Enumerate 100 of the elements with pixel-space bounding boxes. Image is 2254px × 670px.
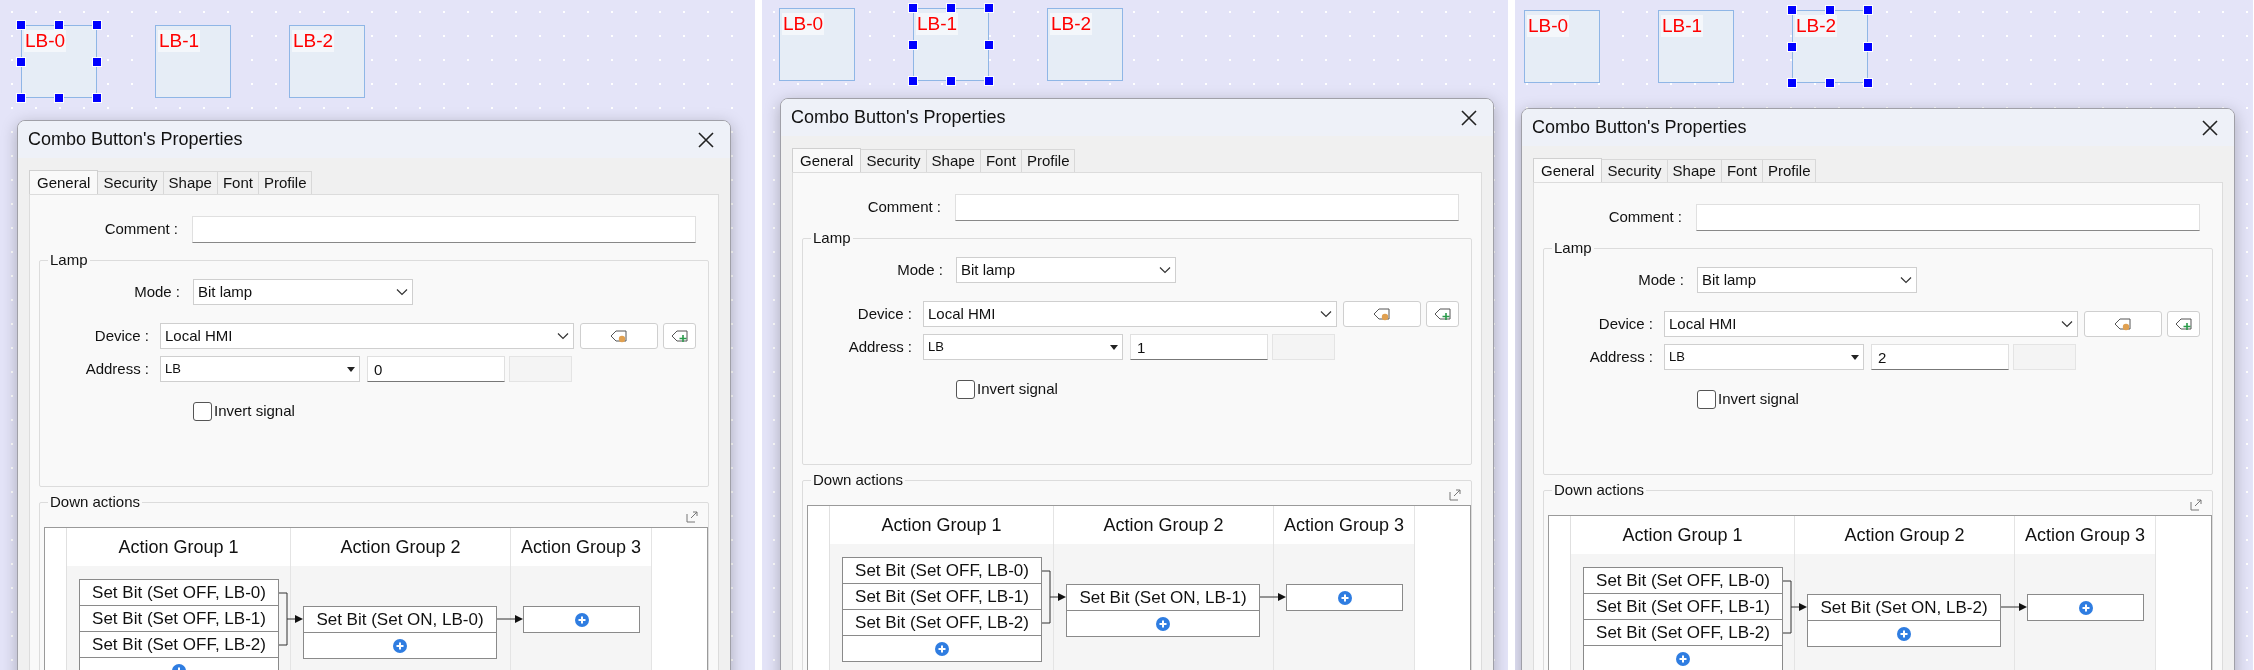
tab[interactable]: Shape [926, 149, 981, 172]
resize-handle[interactable] [946, 76, 956, 86]
resize-handle[interactable] [1863, 41, 1873, 52]
popout-button[interactable] [2188, 497, 2204, 513]
action-item[interactable]: Set Bit (Set OFF, LB-1) [79, 605, 279, 632]
action-item[interactable]: Set Bit (Set ON, LB-1) [1066, 584, 1260, 611]
tab[interactable]: Security [861, 149, 927, 172]
tab[interactable]: Profile [1762, 159, 1817, 182]
combo-button[interactable]: LB-2 [289, 25, 365, 98]
device-dropdown[interactable]: Local HMI [923, 301, 1337, 327]
comment-field[interactable] [1696, 204, 2200, 231]
combo-button[interactable]: LB-1 [913, 8, 989, 81]
popout-button[interactable] [684, 509, 700, 525]
invert-checkbox[interactable] [193, 401, 212, 421]
resize-handle[interactable] [54, 93, 64, 103]
popout-button[interactable] [1447, 487, 1463, 503]
add-action-button[interactable] [2027, 594, 2144, 621]
tab[interactable]: Shape [1667, 159, 1722, 182]
add-action-button[interactable] [523, 606, 640, 633]
resize-handle[interactable] [984, 39, 994, 50]
combo-button[interactable]: LB-1 [155, 25, 231, 98]
checkbox-label: Invert signal [1718, 389, 1799, 409]
action-item[interactable]: Set Bit (Set OFF, LB-0) [79, 579, 279, 606]
invert-checkbox[interactable] [1697, 389, 1716, 409]
tab[interactable]: Shape [163, 171, 218, 194]
resize-handle[interactable] [92, 20, 102, 30]
action-item[interactable]: Set Bit (Set OFF, LB-1) [1583, 593, 1783, 620]
resize-handle[interactable] [1787, 41, 1797, 52]
address-field[interactable]: 2 [1871, 344, 2009, 370]
mode-dropdown[interactable]: Bit lamp [193, 279, 413, 305]
tab[interactable]: Font [1721, 159, 1763, 182]
resize-handle[interactable] [1863, 5, 1873, 15]
combo-button[interactable]: LB-2 [1047, 8, 1123, 81]
address-field[interactable]: 0 [367, 356, 505, 382]
resize-handle[interactable] [1825, 5, 1835, 15]
resize-handle[interactable] [16, 93, 26, 103]
add-action-button[interactable] [1583, 645, 1783, 670]
action-item[interactable]: Set Bit (Set OFF, LB-1) [842, 583, 1042, 610]
chevron-down-icon [1320, 310, 1332, 318]
tab[interactable]: Font [217, 171, 259, 194]
add-action-button[interactable] [842, 635, 1042, 662]
add-tag-button[interactable] [2167, 311, 2200, 337]
action-item[interactable]: Set Bit (Set ON, LB-0) [303, 606, 497, 633]
tab[interactable]: Profile [1021, 149, 1076, 172]
resize-handle[interactable] [908, 39, 918, 50]
resize-handle[interactable] [984, 3, 994, 13]
add-action-button[interactable] [1066, 610, 1260, 637]
combo-button[interactable]: LB-0 [779, 8, 855, 81]
action-item[interactable]: Set Bit (Set OFF, LB-0) [842, 557, 1042, 584]
combo-button[interactable]: LB-2 [1792, 10, 1868, 83]
tab[interactable]: General [792, 148, 862, 173]
resize-handle[interactable] [92, 93, 102, 103]
comment-field[interactable] [955, 194, 1459, 221]
tag-icon [2114, 317, 2132, 331]
tab[interactable]: General [29, 170, 99, 195]
add-action-button[interactable] [1807, 620, 2001, 647]
resize-handle[interactable] [1825, 78, 1835, 88]
external-link-icon [1449, 489, 1461, 501]
caret-down-icon [347, 366, 355, 372]
dropdown-value: Local HMI [165, 325, 233, 346]
resize-handle[interactable] [908, 76, 918, 86]
address-type-dropdown[interactable]: LB [923, 334, 1123, 360]
resize-handle[interactable] [54, 20, 64, 30]
resize-handle[interactable] [16, 56, 26, 67]
invert-checkbox[interactable] [956, 379, 975, 399]
combo-button[interactable]: LB-1 [1658, 10, 1734, 83]
resize-handle[interactable] [1863, 78, 1873, 88]
resize-handle[interactable] [92, 56, 102, 67]
mode-dropdown[interactable]: Bit lamp [1697, 267, 1917, 293]
tab[interactable]: General [1533, 158, 1603, 183]
tab[interactable]: Security [98, 171, 164, 194]
action-item[interactable]: Set Bit (Set OFF, LB-0) [1583, 567, 1783, 594]
action-item[interactable]: Set Bit (Set OFF, LB-2) [1583, 619, 1783, 646]
resize-handle[interactable] [1787, 5, 1797, 15]
tab[interactable]: Security [1602, 159, 1668, 182]
tab[interactable]: Profile [258, 171, 313, 194]
comment-field[interactable] [192, 216, 696, 243]
chevron-down-icon [557, 332, 569, 340]
resize-handle[interactable] [1787, 78, 1797, 88]
add-action-button[interactable] [303, 632, 497, 659]
address-type-dropdown[interactable]: LB [160, 356, 360, 382]
action-item[interactable]: Set Bit (Set ON, LB-2) [1807, 594, 2001, 621]
add-tag-button[interactable] [663, 323, 696, 349]
resize-handle[interactable] [984, 76, 994, 86]
resize-handle[interactable] [946, 3, 956, 13]
address-field[interactable]: 1 [1130, 334, 1268, 360]
combo-button[interactable]: LB-0 [1524, 10, 1600, 83]
action-item[interactable]: Set Bit (Set OFF, LB-2) [842, 609, 1042, 636]
action-item[interactable]: Set Bit (Set OFF, LB-2) [79, 631, 279, 658]
tab[interactable]: Font [980, 149, 1022, 172]
mode-dropdown[interactable]: Bit lamp [956, 257, 1176, 283]
address-type-dropdown[interactable]: LB [1664, 344, 1864, 370]
add-action-button[interactable] [1286, 584, 1403, 611]
add-tag-button[interactable] [1426, 301, 1459, 327]
resize-handle[interactable] [16, 20, 26, 30]
combo-button[interactable]: LB-0 [21, 25, 97, 98]
field-label: Device : [856, 303, 912, 324]
resize-handle[interactable] [908, 3, 918, 13]
device-dropdown[interactable]: Local HMI [1664, 311, 2078, 337]
device-dropdown[interactable]: Local HMI [160, 323, 574, 349]
